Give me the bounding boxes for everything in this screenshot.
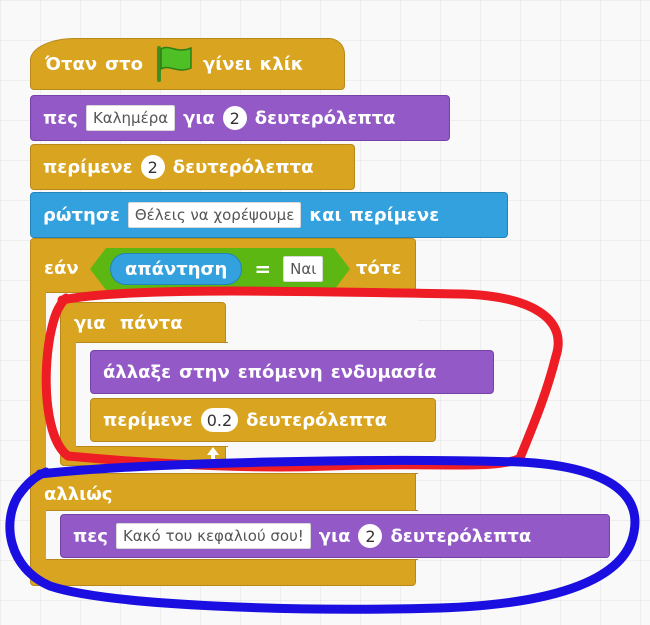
and-label: και — [309, 204, 342, 226]
when-flag-clicked-block[interactable]: Όταν στο γίνει κλίκ — [30, 38, 345, 90]
forever-label: για πάντα — [74, 313, 183, 334]
equals-condition[interactable]: απάντηση = Ναι — [90, 248, 350, 290]
for-label: για — [183, 107, 215, 129]
wait-block[interactable]: περίμενε 2 δευτερόλεπτα — [30, 144, 355, 190]
seconds-label: δευτερόλεπτα — [254, 107, 396, 129]
forever-label-1: για — [74, 313, 106, 334]
else-label: αλλιώς — [44, 484, 113, 505]
wait-0-2-block[interactable]: περίμενε 0.2 δευτερόλεπτα — [90, 398, 436, 442]
seconds-label: δευτερόλεπτα — [172, 156, 314, 178]
wait-verb: περίμενε — [43, 156, 133, 178]
ask-verb: ρώτησε — [43, 204, 120, 226]
wait-secs-input[interactable]: 0.2 — [200, 408, 239, 432]
say-secs-input[interactable]: 2 — [358, 524, 383, 548]
say-text-input[interactable]: Καλημέρα — [85, 105, 176, 131]
say-secs-input[interactable]: 2 — [222, 106, 247, 130]
next-costume-word-4: ενδυμασία — [330, 361, 437, 383]
answer-value-input[interactable]: Ναι — [283, 256, 324, 282]
ask-question-input[interactable]: Θέλεις να χορέψουμε — [127, 202, 302, 228]
wait-secs-input[interactable]: 2 — [140, 155, 165, 179]
then-label: τότε — [356, 258, 402, 279]
say-text-input[interactable]: Κακό του κεφαλιού σου! — [115, 523, 311, 549]
green-flag-icon — [151, 44, 195, 84]
wait-label: περίμενε — [349, 204, 440, 226]
clicked-label-1: γίνει — [203, 53, 252, 75]
ask-and-wait-block[interactable]: ρώτησε Θέλεις να χορέψουμε και περίμενε — [30, 192, 508, 238]
wait-verb: περίμενε — [103, 409, 193, 431]
forever-label-2: πάντα — [119, 313, 183, 334]
when-label: Όταν — [45, 53, 98, 75]
say-for-secs-block[interactable]: πες Καλημέρα για 2 δευτερόλεπτα — [30, 95, 450, 141]
say-verb: πες — [43, 107, 78, 129]
next-costume-word-1: άλλαξε — [103, 361, 172, 383]
for-label: για — [318, 525, 351, 547]
if-label: εάν — [44, 258, 79, 279]
say-verb: πες — [73, 525, 108, 547]
seconds-label: δευτερόλεπτα — [390, 525, 532, 547]
loop-arrow-icon — [207, 447, 219, 459]
answer-reporter[interactable]: απάντηση — [110, 253, 243, 285]
next-costume-word-3: επόμενη — [237, 361, 323, 383]
equals-sign: = — [254, 257, 272, 281]
next-costume-word-2: στην — [179, 361, 230, 383]
say-for-secs-block-else[interactable]: πες Κακό του κεφαλιού σου! για 2 δευτερό… — [60, 514, 610, 558]
next-costume-block[interactable]: άλλαξε στην επόμενη ενδυμασία — [90, 350, 494, 394]
seconds-label: δευτερόλεπτα — [246, 409, 387, 431]
on-label: στο — [105, 53, 144, 75]
clicked-label-2: κλίκ — [259, 53, 304, 75]
